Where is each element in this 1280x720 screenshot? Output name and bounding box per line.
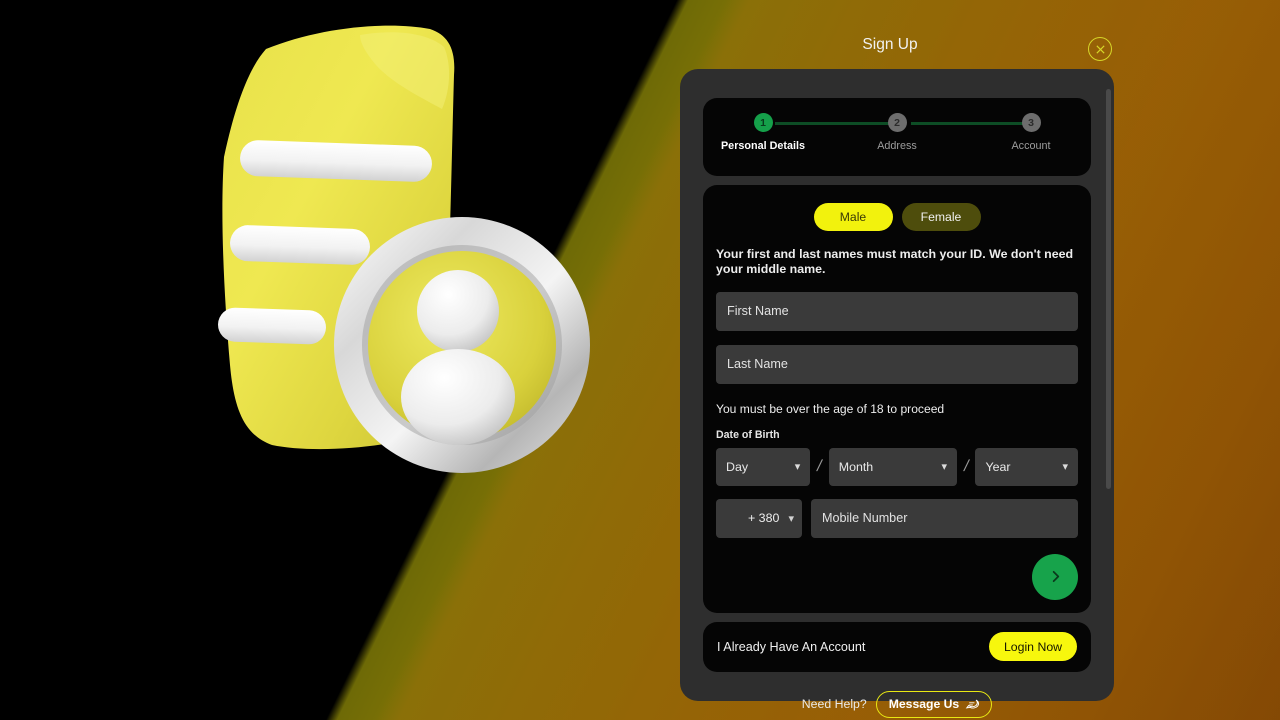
step-number-2: 2 <box>887 113 907 132</box>
step-number-3: 3 <box>1021 113 1041 132</box>
chevron-down-icon: ▾ <box>794 461 801 474</box>
dob-month-value: Month <box>838 459 874 474</box>
step-address[interactable]: 2 Address <box>851 113 943 152</box>
mobile-number-input[interactable] <box>811 498 1078 538</box>
signup-illustration <box>218 25 590 473</box>
signup-screen: Sign Up 1 Personal Details 2 Address 3 A… <box>0 0 1280 720</box>
gender-male-button[interactable]: Male <box>813 203 893 231</box>
ukraine-flag-icon <box>724 512 743 525</box>
step-label-3: Account <box>1011 140 1051 152</box>
last-name-input[interactable] <box>716 344 1078 384</box>
date-of-birth-row: Day ▾ / Month ▾ / Year ▾ <box>716 447 1078 486</box>
step-number-1: 1 <box>753 113 773 132</box>
signup-panel: 1 Personal Details 2 Address 3 Account M… <box>680 69 1114 718</box>
country-code-value: + 380 <box>748 511 780 526</box>
chat-bubble-icon <box>965 699 980 709</box>
panel-scrollbar[interactable] <box>1106 89 1111 681</box>
page-title: Sign Up <box>862 36 918 53</box>
progress-stepper: 1 Personal Details 2 Address 3 Account <box>703 98 1091 176</box>
close-x-glyph <box>1095 44 1105 54</box>
gender-toggle: Male Female <box>716 203 1078 231</box>
personal-details-form: Male Female Your first and last names mu… <box>703 185 1091 613</box>
close-icon[interactable] <box>1088 37 1112 61</box>
login-now-button[interactable]: Login Now <box>989 632 1077 662</box>
need-help-text: Need Help? <box>801 697 867 712</box>
dob-month-select[interactable]: Month ▾ <box>828 447 957 486</box>
dob-separator-2: / <box>962 457 971 475</box>
step-personal-details[interactable]: 1 Personal Details <box>717 113 809 152</box>
gender-female-button[interactable]: Female <box>901 203 981 231</box>
first-name-input[interactable] <box>716 291 1078 331</box>
chevron-down-icon: ▾ <box>788 512 794 525</box>
chevron-down-icon: ▾ <box>1062 461 1068 474</box>
phone-row: + 380 ▾ <box>716 498 1078 538</box>
step-label-2: Address <box>877 140 917 152</box>
dob-year-value: Year <box>985 459 1011 474</box>
chevron-down-icon: ▾ <box>941 461 947 474</box>
existing-account-card: I Already Have An Account Login Now <box>703 621 1091 672</box>
country-code-select[interactable]: + 380 ▾ <box>716 498 802 538</box>
step-label-1: Personal Details <box>720 140 805 152</box>
dob-separator-1: / <box>815 457 824 475</box>
date-of-birth-label: Date of Birth <box>716 428 780 441</box>
message-us-label: Message Us <box>888 697 960 712</box>
existing-account-text: I Already Have An Account <box>717 639 866 654</box>
help-row: Need Help? Message Us <box>692 690 1102 718</box>
message-us-button[interactable]: Message Us <box>875 690 993 718</box>
age-requirement-text: You must be over the age of 18 to procee… <box>716 401 945 416</box>
dob-day-select[interactable]: Day ▾ <box>716 447 811 486</box>
next-step-button[interactable] <box>1032 553 1078 600</box>
scrollbar-thumb[interactable] <box>1106 89 1111 489</box>
dob-year-select[interactable]: Year ▾ <box>975 447 1078 486</box>
step-account[interactable]: 3 Account <box>985 113 1077 152</box>
chevron-right-icon <box>1052 571 1059 583</box>
dob-day-value: Day <box>726 459 749 474</box>
name-helper-text: Your first and last names must match you… <box>716 247 1074 277</box>
